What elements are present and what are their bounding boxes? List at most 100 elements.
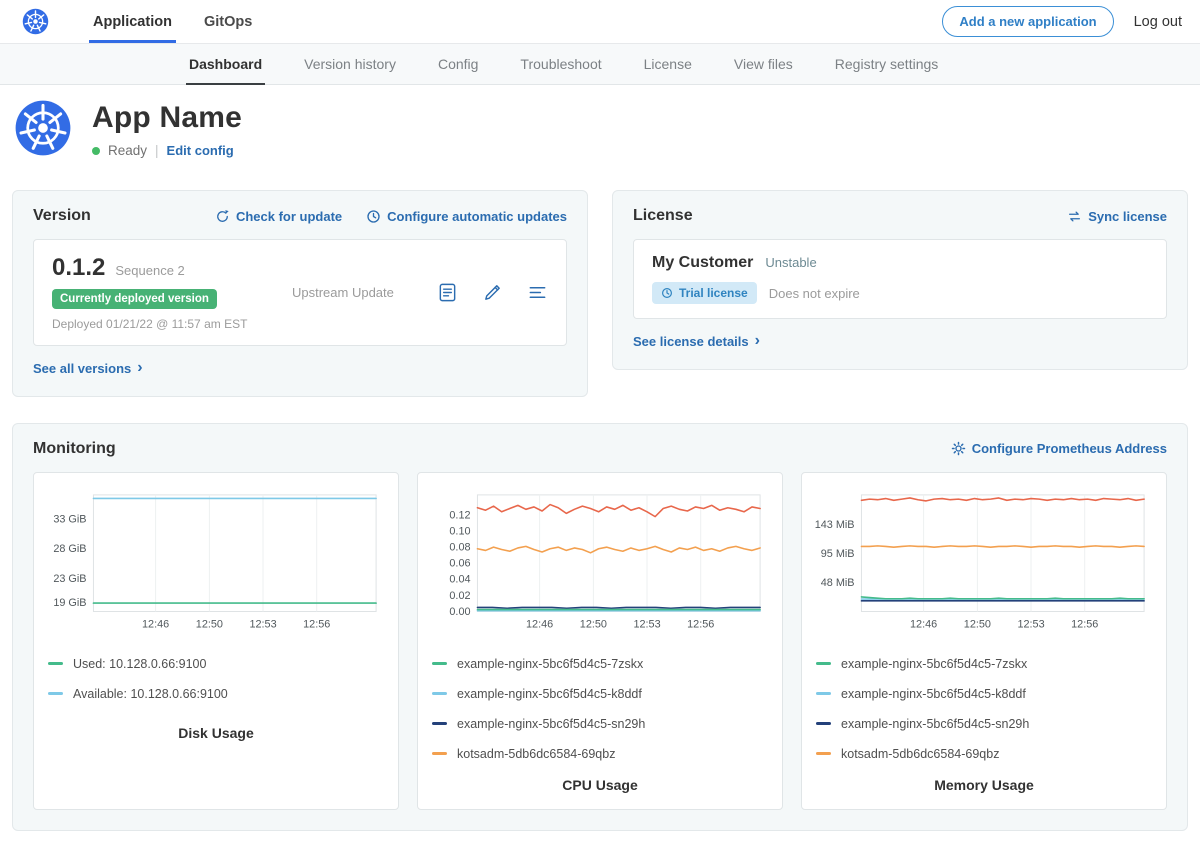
topnav-tab-application[interactable]: Application bbox=[77, 0, 188, 43]
subnav-tab-config[interactable]: Config bbox=[417, 44, 499, 84]
legend-row: kotsadm-5db6dc6584-69qbz bbox=[430, 739, 764, 761]
divider bbox=[155, 143, 159, 158]
cpu-usage-legend[interactable]: example-nginx-5bc6f5d4c5-7zskx example-ng… bbox=[430, 649, 770, 761]
svg-text:143 MiB: 143 MiB bbox=[815, 519, 855, 531]
status-ready-dot bbox=[92, 147, 100, 155]
dashboard-cards-row: Version Check for update Configure autom… bbox=[0, 190, 1200, 397]
license-type-label: Trial license bbox=[679, 286, 748, 300]
chevron-right-icon bbox=[755, 333, 760, 349]
legend-row: Used: 10.128.0.66:9100 bbox=[46, 649, 380, 679]
version-card: Version Check for update Configure autom… bbox=[12, 190, 588, 397]
legend-series-label: example-nginx-5bc6f5d4c5-sn29h bbox=[457, 717, 645, 731]
clock-icon bbox=[661, 287, 673, 299]
subnav-tab-troubleshoot[interactable]: Troubleshoot bbox=[499, 44, 622, 84]
configure-automatic-updates-link[interactable]: Configure automatic updates bbox=[366, 209, 567, 224]
app-icon bbox=[14, 99, 72, 162]
legend-row: example-nginx-5bc6f5d4c5-sn29h bbox=[430, 709, 764, 739]
sync-arrows-icon bbox=[1067, 209, 1082, 224]
svg-text:12:50: 12:50 bbox=[964, 618, 991, 630]
svg-text:12:50: 12:50 bbox=[196, 618, 223, 630]
svg-text:23 GiB: 23 GiB bbox=[53, 573, 86, 585]
legend-series-label: kotsadm-5db6dc6584-69qbz bbox=[457, 747, 615, 761]
legend-row: example-nginx-5bc6f5d4c5-sn29h bbox=[814, 709, 1148, 739]
sync-license-link[interactable]: Sync license bbox=[1067, 209, 1167, 224]
legend-series-dash bbox=[816, 752, 831, 755]
legend-row: Available: 10.128.0.66:9100 bbox=[46, 679, 380, 709]
check-for-update-label: Check for update bbox=[236, 209, 342, 224]
svg-text:12:53: 12:53 bbox=[1017, 618, 1044, 630]
legend-series-label: kotsadm-5db6dc6584-69qbz bbox=[841, 747, 999, 761]
see-all-versions-label: See all versions bbox=[33, 361, 131, 376]
topnav-tabs: ApplicationGitOps bbox=[77, 0, 268, 43]
legend-row: kotsadm-5db6dc6584-69qbz bbox=[814, 739, 1148, 761]
topnav-tab-gitops[interactable]: GitOps bbox=[188, 0, 268, 43]
svg-text:95 MiB: 95 MiB bbox=[821, 548, 855, 560]
topnav-right: Add a new application Log out bbox=[942, 0, 1182, 43]
gear-icon bbox=[951, 441, 966, 456]
logout-link[interactable]: Log out bbox=[1134, 14, 1182, 30]
legend-series-dash bbox=[48, 692, 63, 695]
memory-usage-chart-canvas: 12:4612:5012:5312:56143 MiB95 MiB48 MiB bbox=[814, 485, 1154, 635]
deployed-version-badge: Currently deployed version bbox=[52, 289, 217, 309]
legend-series-label: example-nginx-5bc6f5d4c5-sn29h bbox=[841, 717, 1029, 731]
edit-config-icon[interactable] bbox=[482, 282, 503, 303]
svg-text:12:46: 12:46 bbox=[910, 618, 937, 630]
see-license-details-link[interactable]: See license details bbox=[633, 333, 760, 349]
legend-series-dash bbox=[432, 692, 447, 695]
app-tab-bar: DashboardVersion historyConfigTroublesho… bbox=[0, 44, 1200, 85]
memory-usage-legend[interactable]: example-nginx-5bc6f5d4c5-7zskx example-ng… bbox=[814, 649, 1154, 761]
subnav-tab-view-files[interactable]: View files bbox=[713, 44, 814, 84]
cpu-usage-chart-canvas: 12:4612:5012:5312:560.120.100.080.060.04… bbox=[430, 485, 770, 635]
legend-series-label: example-nginx-5bc6f5d4c5-k8ddf bbox=[841, 687, 1026, 701]
channel-name: Unstable bbox=[765, 255, 816, 270]
license-card: License Sync license My Customer Unstabl… bbox=[612, 190, 1188, 370]
legend-row: example-nginx-5bc6f5d4c5-k8ddf bbox=[430, 679, 764, 709]
configure-prometheus-link[interactable]: Configure Prometheus Address bbox=[951, 441, 1167, 456]
license-expiry: Does not expire bbox=[769, 286, 860, 301]
top-navigation: ApplicationGitOps Add a new application … bbox=[0, 0, 1200, 44]
chevron-right-icon bbox=[137, 360, 142, 376]
svg-text:12:46: 12:46 bbox=[526, 618, 553, 630]
customer-name: My Customer bbox=[652, 254, 753, 272]
legend-series-label: Used: 10.128.0.66:9100 bbox=[73, 657, 206, 671]
memory-usage-chart-title: Memory Usage bbox=[814, 777, 1154, 793]
add-application-button[interactable]: Add a new application bbox=[942, 6, 1113, 37]
monitoring-title: Monitoring bbox=[33, 440, 116, 458]
svg-text:0.02: 0.02 bbox=[449, 589, 470, 601]
license-card-title: License bbox=[633, 207, 693, 225]
subnav-tab-dashboard[interactable]: Dashboard bbox=[168, 44, 283, 84]
legend-series-dash bbox=[432, 722, 447, 725]
legend-series-label: example-nginx-5bc6f5d4c5-7zskx bbox=[457, 657, 643, 671]
release-notes-icon[interactable] bbox=[437, 282, 458, 303]
cpu-usage-chart-card: 12:4612:5012:5312:560.120.100.080.060.04… bbox=[417, 472, 783, 810]
clock-icon bbox=[366, 209, 381, 224]
legend-row: example-nginx-5bc6f5d4c5-7zskx bbox=[814, 649, 1148, 679]
see-all-versions-link[interactable]: See all versions bbox=[33, 360, 143, 376]
subnav-tab-version-history[interactable]: Version history bbox=[283, 44, 417, 84]
deploy-logs-icon[interactable] bbox=[527, 282, 548, 303]
subnav-tab-license[interactable]: License bbox=[623, 44, 713, 84]
legend-series-dash bbox=[48, 662, 63, 665]
svg-text:19 GiB: 19 GiB bbox=[53, 596, 86, 608]
svg-text:0.12: 0.12 bbox=[449, 509, 470, 521]
disk-usage-legend[interactable]: Used: 10.128.0.66:9100 Available: 10.128.… bbox=[46, 649, 386, 709]
configure-auto-updates-label: Configure automatic updates bbox=[387, 209, 567, 224]
legend-series-label: Available: 10.128.0.66:9100 bbox=[73, 687, 228, 701]
legend-row: example-nginx-5bc6f5d4c5-k8ddf bbox=[814, 679, 1148, 709]
subnav-tab-registry-settings[interactable]: Registry settings bbox=[814, 44, 959, 84]
legend-row: example-nginx-5bc6f5d4c5-7zskx bbox=[430, 649, 764, 679]
version-number: 0.1.2 bbox=[52, 254, 105, 282]
subnav-tabs: DashboardVersion historyConfigTroublesho… bbox=[168, 44, 959, 84]
svg-text:12:56: 12:56 bbox=[303, 618, 330, 630]
check-for-update-link[interactable]: Check for update bbox=[215, 209, 342, 224]
svg-text:12:46: 12:46 bbox=[142, 618, 169, 630]
cpu-usage-chart-title: CPU Usage bbox=[430, 777, 770, 793]
disk-usage-chart-canvas: 12:4612:5012:5312:5633 GiB28 GiB23 GiB19… bbox=[46, 485, 386, 635]
edit-config-link[interactable]: Edit config bbox=[167, 143, 234, 158]
svg-text:28 GiB: 28 GiB bbox=[53, 543, 86, 555]
legend-series-label: example-nginx-5bc6f5d4c5-k8ddf bbox=[457, 687, 642, 701]
page-title: App Name bbox=[92, 101, 242, 135]
svg-text:0.10: 0.10 bbox=[449, 525, 470, 537]
svg-text:0.08: 0.08 bbox=[449, 541, 470, 553]
svg-text:12:56: 12:56 bbox=[1071, 618, 1098, 630]
